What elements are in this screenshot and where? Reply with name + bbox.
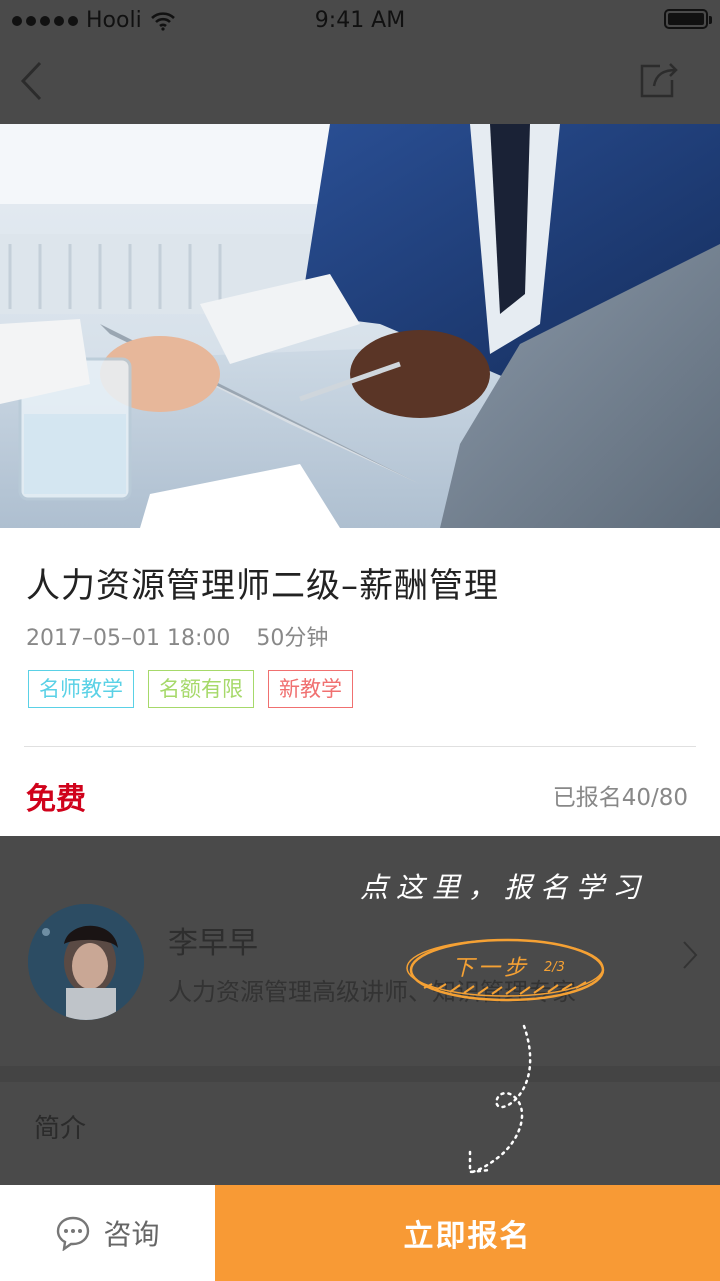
course-meta: 2017–05–01 18:00 50分钟 [26, 620, 328, 652]
tag-badge: 名额有限 [148, 670, 254, 708]
course-duration: 50分钟 [256, 626, 329, 651]
course-info-card: 人力资源管理师二级–薪酬管理 2017–05–01 18:00 50分钟 名师教学… [0, 528, 720, 836]
dotted-arrow-icon [468, 1024, 532, 1174]
status-time: 9:41 AM [314, 8, 406, 33]
consult-button[interactable]: 咨询 [0, 1185, 215, 1281]
chevron-left-icon[interactable] [18, 60, 44, 102]
divider [24, 746, 696, 747]
course-tags: 名师教学 名额有限 新教学 [28, 670, 353, 708]
guide-hint-text: 点这里，报名学习 [360, 871, 649, 904]
step-indicator: 2/3 [544, 960, 565, 975]
section-divider [0, 1066, 720, 1082]
status-bar: Hooli 9:41 AM [0, 0, 720, 40]
course-cover-image [0, 124, 720, 528]
tag-badge: 名师教学 [28, 670, 134, 708]
course-title: 人力资源管理师二级–薪酬管理 [26, 566, 499, 606]
course-price: 免费 [26, 782, 86, 817]
chat-bubble-icon [57, 1216, 90, 1251]
teacher-name: 李早早 [168, 926, 258, 961]
enroll-now-button[interactable]: 立即报名 [215, 1185, 720, 1281]
bottom-action-bar: 咨询 立即报名 [0, 1185, 720, 1281]
course-datetime: 2017–05–01 18:00 [26, 626, 231, 651]
battery-icon [664, 9, 712, 29]
next-step-label: 下一步 [452, 956, 531, 981]
intro-label: 简介 [34, 1114, 87, 1144]
chevron-right-icon [683, 941, 698, 969]
enrollment-count: 已报名40/80 [552, 785, 688, 811]
avatar [28, 904, 144, 1020]
consult-label: 咨询 [103, 1218, 160, 1251]
tag-badge: 新教学 [268, 670, 353, 708]
enroll-now-label: 立即报名 [403, 1219, 532, 1254]
share-icon[interactable] [638, 60, 680, 100]
nav-bar [0, 40, 720, 124]
